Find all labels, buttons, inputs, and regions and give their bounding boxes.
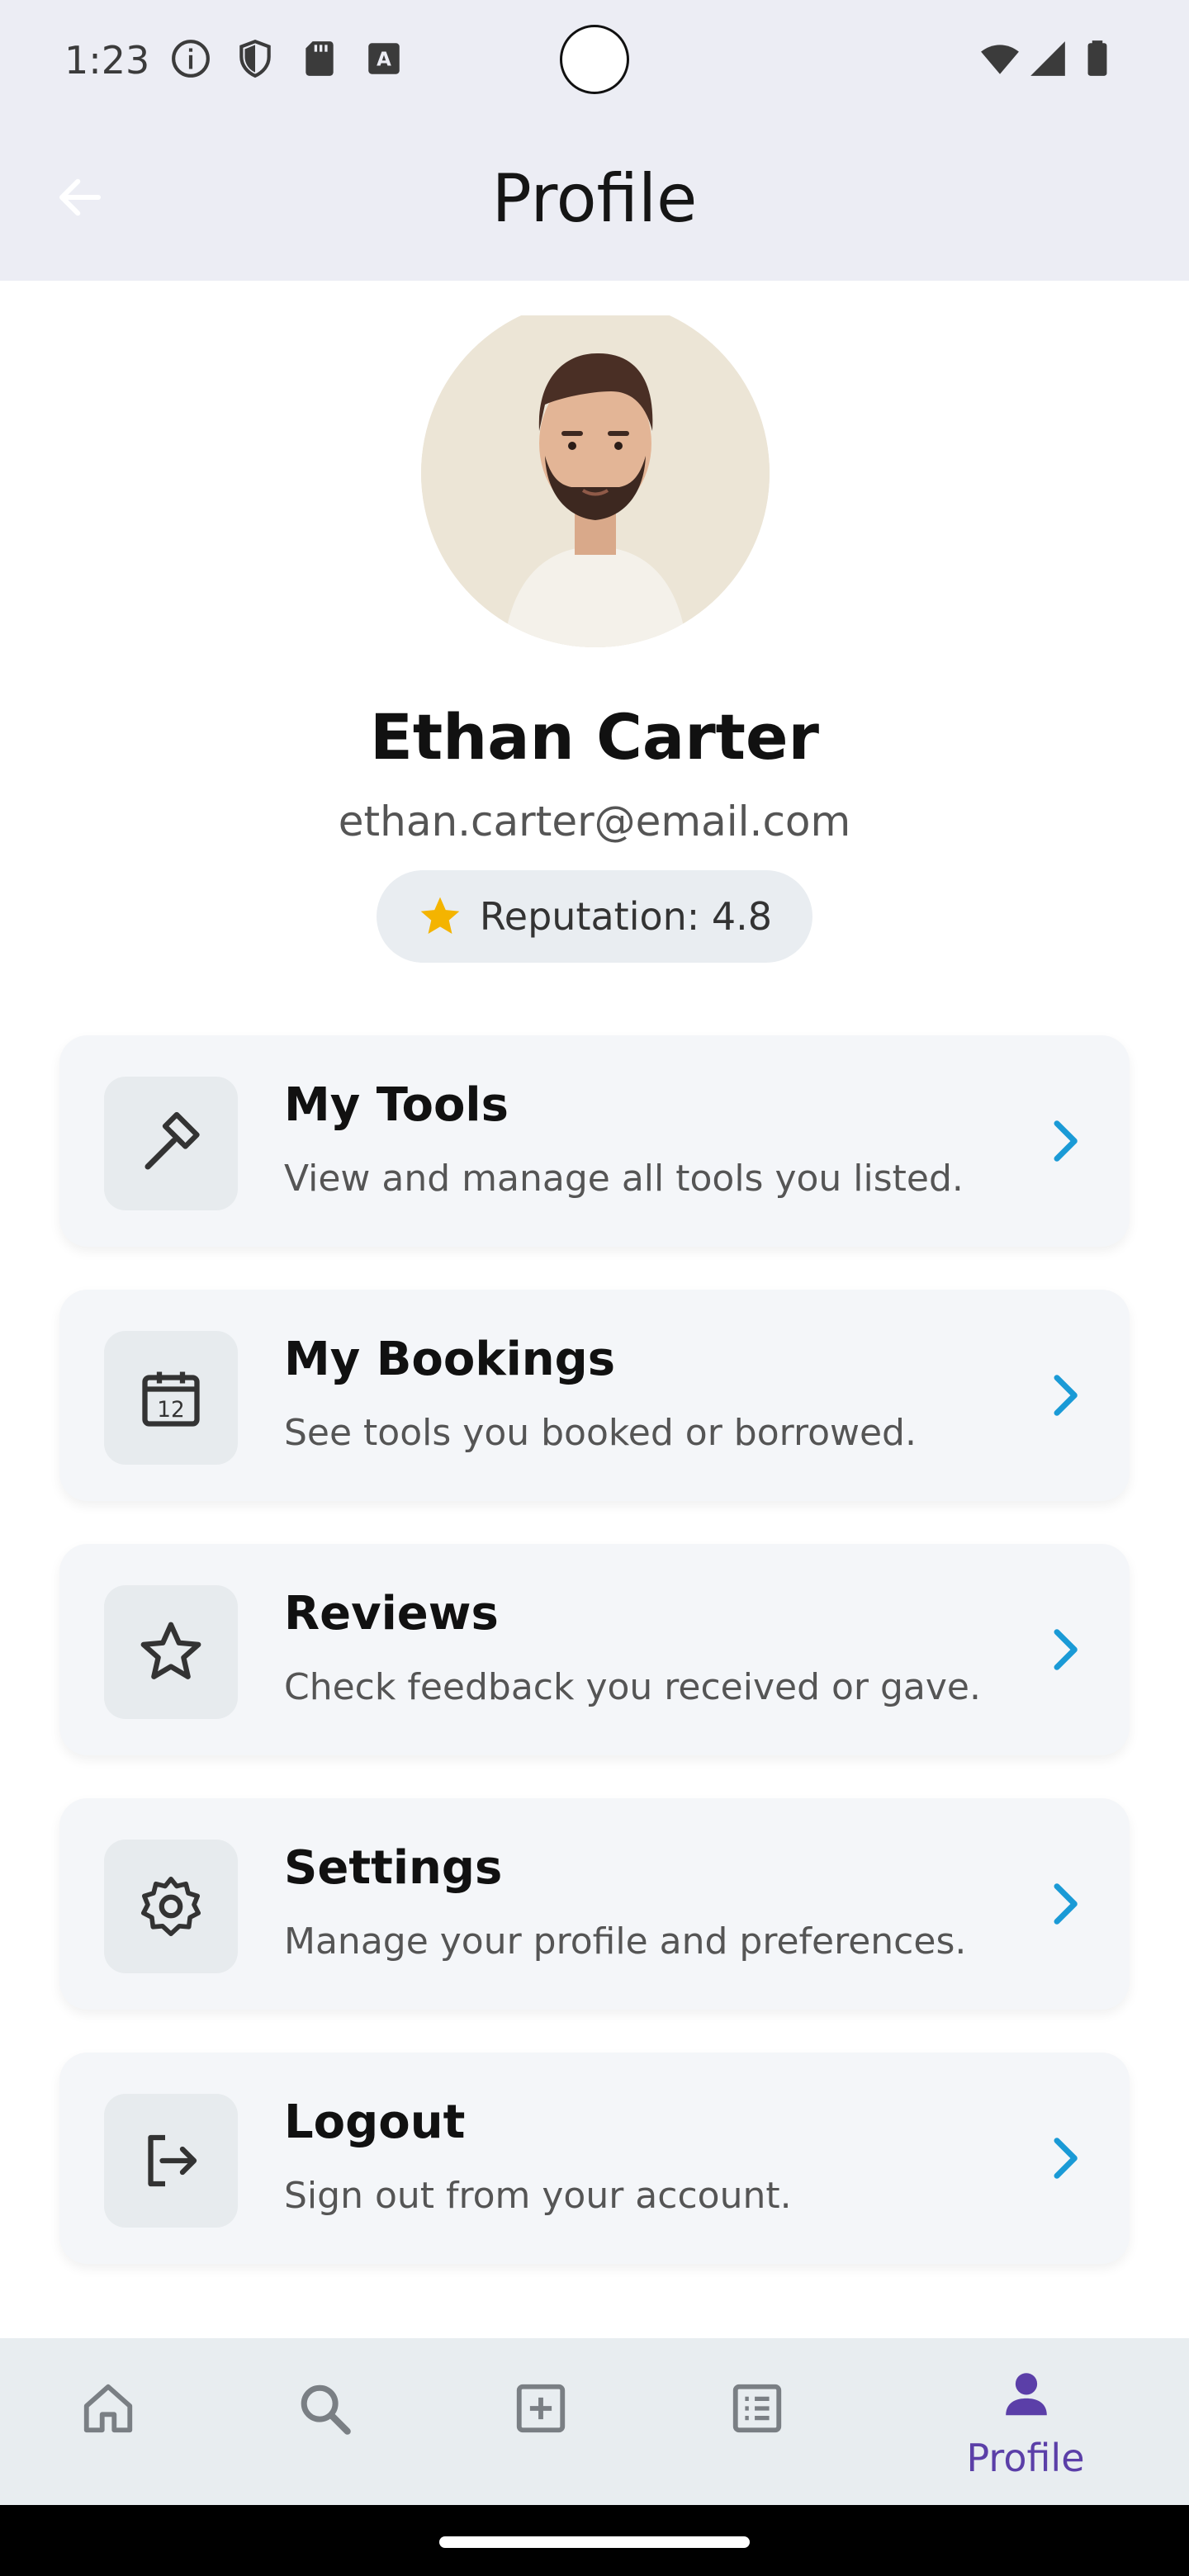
avatar <box>421 299 770 647</box>
list-icon <box>732 2384 782 2433</box>
chevron-right-icon <box>1054 1883 1078 1925</box>
shield-icon <box>239 39 271 78</box>
menu-item-subtitle: View and manage all tools you listed. <box>284 1158 964 1200</box>
nav-list[interactable] <box>649 2338 864 2505</box>
avatar-illustration <box>421 299 770 647</box>
svg-text:A: A <box>377 49 391 70</box>
hammer-icon <box>144 1111 200 1170</box>
status-time: 1:23 <box>64 38 150 83</box>
chevron-right-icon <box>1054 2138 1078 2179</box>
menu-item-title: My Bookings <box>284 1333 616 1386</box>
chevron-right-icon <box>1054 1629 1078 1670</box>
star-outline-icon <box>140 1622 201 1679</box>
person-icon <box>1006 2373 1047 2416</box>
menu-icon-box <box>104 1585 238 1719</box>
calendar-icon: 12 <box>142 1371 200 1427</box>
menu-icon-box: 12 <box>104 1331 238 1465</box>
wifi-icon <box>981 45 1019 74</box>
menu-icon-box <box>104 1840 238 1973</box>
menu-item-title: Logout <box>284 2095 466 2149</box>
keyboard-a-icon: A <box>368 43 400 74</box>
signal-icon <box>1030 41 1065 76</box>
add-box-icon <box>516 2384 566 2433</box>
app-header: 1:23 A Profile <box>0 0 1189 281</box>
menu-item-my-tools[interactable]: My Tools View and manage all tools you l… <box>59 1035 1130 1247</box>
menu-item-subtitle: Manage your profile and preferences. <box>284 1920 967 1963</box>
menu-item-logout[interactable]: Logout Sign out from your account. <box>59 2053 1130 2264</box>
nav-profile[interactable]: Profile <box>918 2338 1133 2505</box>
menu-item-title: My Tools <box>284 1078 509 1132</box>
nav-add[interactable] <box>433 2338 647 2505</box>
bottom-navigation: Profile <box>0 2338 1189 2505</box>
page-title: Profile <box>491 160 698 237</box>
menu-icon-box <box>104 2094 238 2228</box>
info-icon <box>172 40 210 78</box>
chevron-right-icon <box>1054 1375 1078 1416</box>
menu-item-subtitle: Check feedback you received or gave. <box>284 1666 981 1708</box>
menu-item-settings[interactable]: Settings Manage your profile and prefere… <box>59 1798 1130 2010</box>
menu-item-title: Settings <box>284 1841 503 1895</box>
reputation-label: Reputation: 4.8 <box>479 894 773 939</box>
sd-card-icon <box>306 41 334 76</box>
menu-icon-box <box>104 1077 238 1210</box>
avatar-top-clip <box>0 281 1189 315</box>
nav-search[interactable] <box>216 2338 431 2505</box>
logout-icon <box>148 2134 197 2187</box>
status-bar: 1:23 A <box>0 0 1189 124</box>
menu-item-title: Reviews <box>284 1587 499 1641</box>
nav-home[interactable] <box>0 2338 215 2505</box>
menu-item-my-bookings[interactable]: 12 My Bookings See tools you booked or b… <box>59 1290 1130 1501</box>
gear-icon <box>140 1876 201 1937</box>
menu-item-subtitle: Sign out from your account. <box>284 2175 792 2217</box>
home-gesture-pill[interactable] <box>439 2536 750 2548</box>
profile-name: Ethan Carter <box>369 700 820 774</box>
reputation-badge: Reputation: 4.8 <box>377 870 812 963</box>
svg-text:12: 12 <box>157 1398 184 1423</box>
battery-icon <box>1087 40 1107 76</box>
nav-profile-label: Profile <box>966 2436 1085 2480</box>
star-icon <box>420 897 460 934</box>
search-icon <box>301 2384 351 2435</box>
camera-cutout <box>560 25 629 94</box>
chevron-right-icon <box>1054 1120 1078 1162</box>
menu-item-subtitle: See tools you booked or borrowed. <box>284 1412 917 1454</box>
profile-email: ethan.carter@email.com <box>338 798 851 845</box>
home-icon <box>83 2384 133 2433</box>
menu-item-reviews[interactable]: Reviews Check feedback you received or g… <box>59 1544 1130 1755</box>
